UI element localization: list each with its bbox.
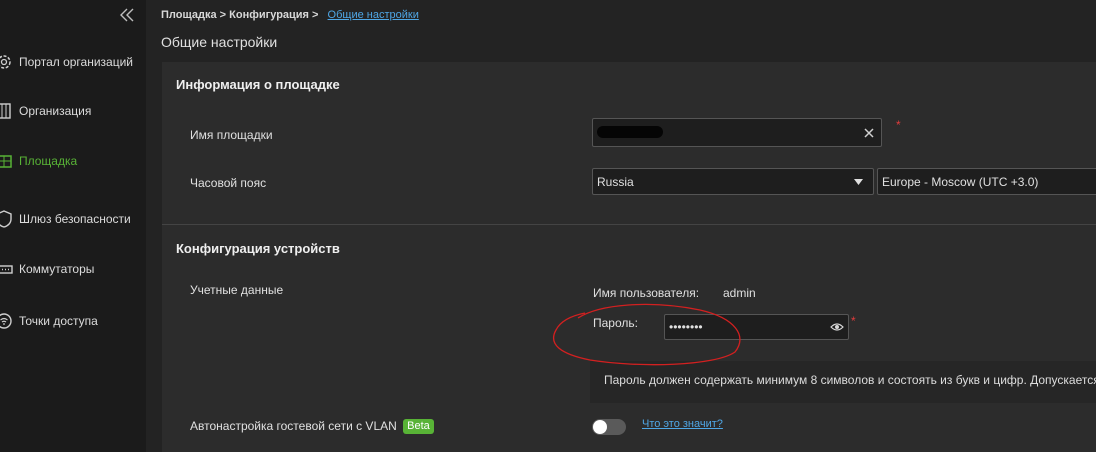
sidebar-item-organization[interactable]: Организация xyxy=(0,97,146,125)
breadcrumb-current-link[interactable]: Общие настройки xyxy=(328,9,419,21)
breadcrumb-separator: > xyxy=(219,9,227,21)
site-icon xyxy=(0,155,12,168)
breadcrumb-separator: > xyxy=(312,9,319,21)
sidebar-item-label: Коммутаторы xyxy=(19,262,95,276)
shield-icon xyxy=(0,210,12,228)
country-select[interactable]: Russia xyxy=(592,168,874,195)
building-icon xyxy=(0,103,11,119)
site-name-label: Имя площадки xyxy=(190,128,273,142)
redacted-site-name xyxy=(597,126,663,138)
switch-icon xyxy=(0,265,13,274)
breadcrumb-configuration: Конфигурация xyxy=(229,9,309,21)
sidebar-item-label: Площадка xyxy=(19,154,78,168)
section-divider xyxy=(162,224,1096,225)
page-title: Общие настройки xyxy=(161,34,278,50)
sidebar-item-label: Точки доступа xyxy=(19,314,98,328)
section-title-device-config: Конфигурация устройств xyxy=(176,241,340,256)
show-password-eye-icon[interactable] xyxy=(830,322,844,332)
guest-vlan-label-text: Автонастройка гостевой сети с VLAN xyxy=(190,419,397,433)
sidebar: Портал организаций Организация Площадка … xyxy=(0,0,146,452)
sidebar-item-security-gateway[interactable]: Шлюз безопасности xyxy=(0,205,146,233)
what-does-this-mean-link[interactable]: Что это значит? xyxy=(642,418,723,430)
username-value: admin xyxy=(723,286,756,300)
timezone-select-value: Europe - Moscow (UTC +3.0) xyxy=(882,175,1039,189)
gear-icon xyxy=(0,55,11,69)
beta-badge: Beta xyxy=(403,419,434,434)
credentials-label: Учетные данные xyxy=(190,283,284,297)
main-content: Площадка > Конфигурация > Общие настройк… xyxy=(146,0,1096,452)
password-hint-text: Пароль должен содержать минимум 8 символ… xyxy=(604,373,1096,387)
sidebar-item-label: Шлюз безопасности xyxy=(19,212,131,226)
password-input[interactable]: •••••••• xyxy=(664,314,849,340)
sidebar-item-access-points[interactable]: Точки доступа xyxy=(0,307,146,335)
password-label: Пароль: xyxy=(593,316,638,330)
guest-vlan-label: Автонастройка гостевой сети с VLAN Beta xyxy=(190,419,434,434)
country-select-value: Russia xyxy=(597,175,634,189)
sidebar-item-switches[interactable]: Коммутаторы xyxy=(0,255,146,283)
required-mark: * xyxy=(851,314,856,328)
breadcrumb-site: Площадка xyxy=(161,9,217,21)
sidebar-item-site[interactable]: Площадка xyxy=(0,147,146,175)
clear-icon[interactable] xyxy=(864,128,874,138)
site-name-input[interactable] xyxy=(592,118,882,147)
timezone-select[interactable]: Europe - Moscow (UTC +3.0) xyxy=(877,168,1096,195)
chevron-down-icon xyxy=(854,179,863,185)
access-point-icon xyxy=(0,313,12,329)
toggle-knob xyxy=(593,420,607,434)
sidebar-item-label: Портал организаций xyxy=(19,55,133,69)
settings-panel: Информация о площадке Имя площадки * Час… xyxy=(162,62,1096,452)
guest-vlan-toggle[interactable] xyxy=(592,419,626,435)
username-label: Имя пользователя: xyxy=(593,286,700,300)
sidebar-item-label: Организация xyxy=(19,104,92,118)
section-title-site-info: Информация о площадке xyxy=(176,77,340,92)
timezone-label: Часовой пояс xyxy=(190,176,267,190)
sidebar-item-org-portal[interactable]: Портал организаций xyxy=(0,48,146,76)
required-mark: * xyxy=(896,118,901,132)
collapse-sidebar-icon[interactable] xyxy=(118,6,136,24)
breadcrumb: Площадка > Конфигурация > Общие настройк… xyxy=(161,9,419,21)
password-hint: Пароль должен содержать минимум 8 символ… xyxy=(590,361,1096,403)
password-value: •••••••• xyxy=(669,320,703,334)
